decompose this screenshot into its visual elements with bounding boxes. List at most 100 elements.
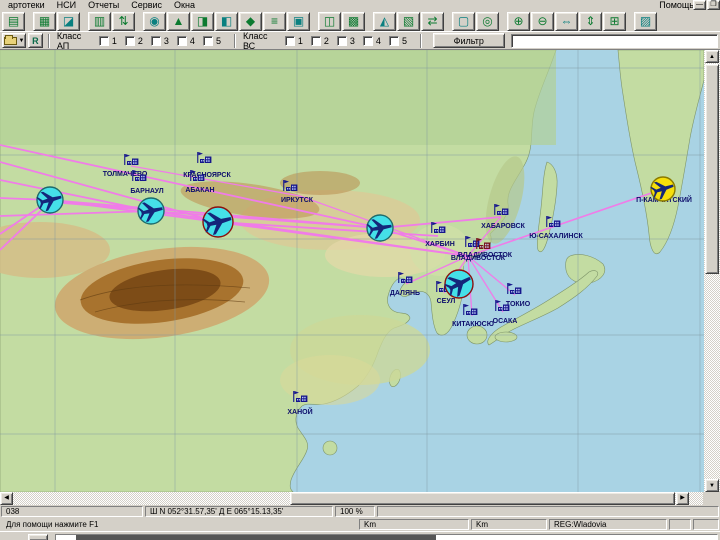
open-folder-button[interactable]: ▼ [2, 33, 26, 48]
class-vs-checkbox-3[interactable] [336, 35, 347, 46]
class-ap-checkbox-label-3: 3 [163, 35, 169, 46]
status-zoom-level: 100 % [335, 506, 375, 517]
map-view[interactable]: ТОЛМАЧЕВО БАРНАУЛ КРАСНОЯРСК АБАКАН ИРКУТСК Х… [0, 50, 720, 492]
class-vs-checkbox-4[interactable] [362, 35, 373, 46]
land-shikoku [494, 331, 518, 343]
km-cell-2: Km [471, 519, 547, 530]
filter-input[interactable] [510, 33, 719, 48]
filter-bar: ▼ R Класс АП 1 2 3 4 5 Класс ВС 1 2 3 4 5 Фильтр [0, 30, 720, 51]
map-vertical-scrollbar[interactable]: ▲ ▼ [704, 50, 720, 492]
clipboard-icon[interactable]: ▢ [452, 11, 475, 31]
filter-panel-icon[interactable]: ▣ [287, 11, 310, 31]
taskbar-strip [0, 531, 720, 540]
hint-bar: Для помощи нажмите F1 Km Km REG:Wladovia [0, 518, 720, 531]
scrollbar-corner [703, 492, 720, 505]
tools-icon[interactable]: ◭ [373, 11, 396, 31]
status-bar: 038 Ш N 052°31.57,35' Д Е 065°15.13,35' … [0, 505, 720, 518]
edit-note-icon[interactable]: ▨ [634, 11, 657, 31]
taskbar-field [55, 534, 718, 540]
menu-item-3[interactable]: Сервис [125, 0, 168, 11]
horizontal-scroll-thumb[interactable] [290, 492, 675, 505]
scroll-left-icon[interactable]: ◀ [0, 492, 13, 505]
report-icon[interactable]: ▦ [33, 11, 56, 31]
help-hint: Для помощи нажмите F1 [6, 520, 99, 529]
city-label: СЕУЛ [437, 298, 456, 305]
class-ap-checkbox-label-5: 5 [215, 35, 221, 46]
status-left-cell: 038 [1, 506, 143, 517]
taskbar-button[interactable] [28, 534, 48, 540]
route-list-icon[interactable]: ≡ [263, 11, 286, 31]
pan-icon[interactable]: ⇔ [555, 11, 578, 31]
separator [419, 33, 422, 48]
class-ap-checkbox-label-2: 2 [137, 35, 143, 46]
main-toolbar: ▤ ▦ ◪ ▥ ⇅ ◉ ▲ ◨ ◧ ◆ ≡ ▣ ◫ ▩ ◭ ▧ ⇄ ▢ ◎ ⊕ ⊖ ⇔ ⇕ ⊞ ▨ [0, 11, 720, 32]
taskbar-active-segment[interactable] [76, 535, 436, 540]
menu-item-2[interactable]: Отчеты [82, 0, 125, 11]
menu-help[interactable]: Помощь [659, 0, 694, 10]
railway-layer-icon[interactable]: ◨ [191, 11, 214, 31]
minimize-button[interactable]: — [693, 0, 706, 10]
maximize-button[interactable]: ❐ [707, 0, 720, 10]
menu-item-4[interactable]: Окна [168, 0, 201, 11]
city-label: АБАКАН [185, 187, 214, 194]
class-ap-checkbox-4[interactable] [176, 35, 187, 46]
city-label: ОСАКА [493, 318, 518, 325]
scroll-right-icon[interactable]: ▶ [676, 492, 689, 505]
class-vs-checkbox-2[interactable] [310, 35, 321, 46]
class-ap-checkbox-5[interactable] [202, 35, 213, 46]
class-ap-checkbox-2[interactable] [124, 35, 135, 46]
class-vs-checkbox-label-4: 4 [375, 35, 381, 46]
land-hainan [322, 440, 338, 456]
measure-icon[interactable]: ⊞ [603, 11, 626, 31]
class-ap-checkbox-1[interactable] [98, 35, 109, 46]
separator [47, 33, 50, 48]
city-label: БАРНАУЛ [130, 188, 163, 195]
class-ap-checkbox-3[interactable] [150, 35, 161, 46]
class-vs-checkbox-1[interactable] [284, 35, 295, 46]
class-ap-checkbox-label-1: 1 [111, 35, 117, 46]
globe-icon[interactable]: ◉ [143, 11, 166, 31]
scroll-up-icon[interactable]: ▲ [705, 50, 719, 63]
sync-icon[interactable]: ⇄ [421, 11, 444, 31]
city-label: ХАНОЙ [287, 407, 312, 416]
city-label: ХАБАРОВСК [481, 223, 525, 230]
zoom-in-icon[interactable]: ⊕ [507, 11, 530, 31]
chevron-down-icon: ▼ [18, 37, 25, 44]
map-horizontal-scrollbar[interactable]: ◀ ▶ [0, 492, 720, 505]
menu-item-1[interactable]: НСИ [51, 0, 82, 11]
menu-item-0[interactable]: артотеки [2, 0, 51, 11]
vertical-scroll-thumb[interactable] [705, 64, 719, 274]
city-label: КИТАКЮСЮ [452, 321, 494, 328]
city-label: ДАЛЯНЬ [390, 290, 420, 297]
aircraft-marker[interactable] [366, 214, 394, 242]
filter-button[interactable]: Фильтр [432, 33, 505, 48]
city-label: ИРКУТСК [281, 197, 314, 204]
database-icon[interactable]: ▤ [2, 11, 25, 31]
layers-icon[interactable]: ▧ [397, 11, 420, 31]
class-vs-checkbox-label-1: 1 [297, 35, 303, 46]
class-vs-checkbox-5[interactable] [388, 35, 399, 46]
chart-icon[interactable]: ◪ [57, 11, 80, 31]
city-label: ХАРБИН [425, 241, 455, 248]
map-canvas[interactable]: ТОЛМАЧЕВОБАРНАУЛКРАСНОЯРСКАБАКАНИРКУТСКХ… [0, 50, 704, 492]
small-cell-1 [669, 519, 691, 530]
class-vs-checkbox-label-2: 2 [323, 35, 329, 46]
airport-layer-icon[interactable]: ▲ [167, 11, 190, 31]
region-cell: REG:Wladovia [549, 519, 667, 530]
class-ap-checkbox-label-4: 4 [189, 35, 195, 46]
poi-layer-icon[interactable]: ◆ [239, 11, 262, 31]
km-cell-1: Km [359, 519, 469, 530]
scroll-down-icon[interactable]: ▼ [705, 479, 719, 492]
r-button[interactable]: R [27, 33, 43, 48]
transport-layer-icon[interactable]: ◧ [215, 11, 238, 31]
class-vs-checkbox-label-3: 3 [349, 35, 355, 46]
class-vs-label: Класс ВС [242, 30, 268, 51]
menu-bar: артотеки НСИ Отчеты Сервис Окна Помощь — ❐ [0, 0, 720, 11]
zoom-out-icon[interactable]: ⊖ [531, 11, 554, 31]
window-cascade-icon[interactable]: ▩ [342, 11, 365, 31]
sort-updown-icon[interactable]: ⇅ [112, 11, 135, 31]
select-icon[interactable]: ⇕ [579, 11, 602, 31]
window-tile-icon[interactable]: ◫ [318, 11, 341, 31]
target-icon[interactable]: ◎ [476, 11, 499, 31]
table-icon[interactable]: ▥ [88, 11, 111, 31]
